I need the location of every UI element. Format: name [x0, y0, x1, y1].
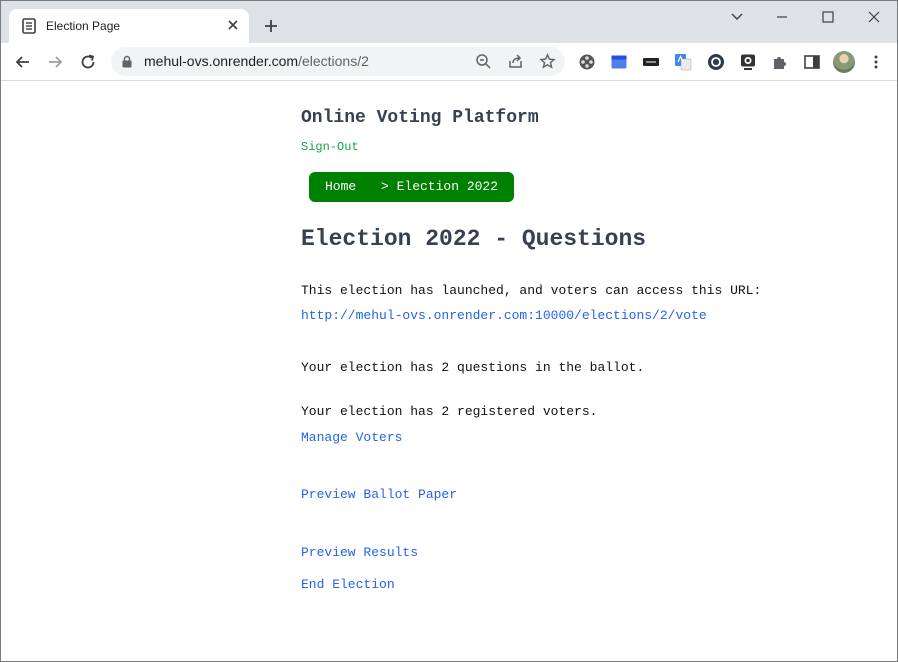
keyboard-icon[interactable] — [642, 53, 660, 71]
close-window-icon[interactable] — [866, 9, 882, 25]
end-election-link[interactable]: End Election — [301, 577, 395, 592]
minimize-icon[interactable] — [774, 9, 790, 25]
grammar-icon[interactable] — [707, 53, 725, 71]
questions-count-text: Your election has 2 questions in the bal… — [301, 360, 645, 375]
vote-url-link[interactable]: http://mehul-ovs.onrender.com:10000/elec… — [301, 308, 707, 323]
url-path: /elections/2 — [298, 53, 369, 69]
calendar-icon[interactable] — [610, 53, 628, 71]
tab-election-page[interactable]: Election Page — [9, 9, 249, 43]
url-text[interactable]: mehul-ovs.onrender.com/elections/2 — [144, 53, 369, 69]
lock-icon[interactable] — [121, 55, 133, 68]
browser-window: Election Page mehul-ovs.onrender.com/ele… — [0, 0, 898, 662]
back-arrow-icon[interactable] — [14, 53, 32, 71]
tab-strip: Election Page — [1, 1, 897, 43]
avatar[interactable] — [833, 51, 855, 73]
maximize-icon[interactable] — [820, 9, 836, 25]
browser-toolbar: mehul-ovs.onrender.com/elections/2 — [1, 43, 897, 81]
side-panel-icon[interactable] — [803, 53, 821, 71]
url-host: mehul-ovs.onrender.com — [144, 53, 299, 69]
forward-arrow-icon[interactable] — [46, 53, 64, 71]
breadcrumb-current: > Election 2022 — [381, 179, 499, 194]
plus-icon[interactable] — [263, 18, 279, 34]
kebab-menu-icon[interactable] — [867, 53, 885, 71]
document-icon — [22, 18, 36, 34]
preview-ballot-link[interactable]: Preview Ballot Paper — [301, 487, 457, 502]
breadcrumb: Home > Election 2022 — [309, 172, 514, 202]
preview-results-link[interactable]: Preview Results — [301, 545, 418, 560]
page-content: Online Voting Platform Sign-Out Home > E… — [1, 81, 897, 661]
address-bar[interactable]: mehul-ovs.onrender.com/elections/2 — [111, 47, 565, 76]
close-icon[interactable] — [225, 17, 241, 33]
zoom-icon[interactable] — [475, 53, 492, 70]
signout-link[interactable]: Sign-Out — [301, 140, 359, 154]
chevron-down-icon[interactable] — [729, 9, 745, 25]
page-heading: Election 2022 - Questions — [301, 226, 647, 252]
star-icon[interactable] — [539, 53, 556, 70]
site-title: Online Voting Platform — [301, 108, 539, 128]
reload-icon[interactable] — [79, 53, 97, 71]
webcam-icon[interactable] — [739, 53, 757, 71]
voters-count-text: Your election has 2 registered voters. — [301, 404, 598, 419]
puzzle-icon[interactable] — [771, 53, 789, 71]
share-icon[interactable] — [507, 53, 524, 70]
tab-title: Election Page — [46, 19, 121, 33]
manage-voters-link[interactable]: Manage Voters — [301, 430, 402, 445]
film-reel-icon[interactable] — [578, 53, 596, 71]
translate-icon[interactable] — [674, 53, 692, 71]
launched-text: This election has launched, and voters c… — [301, 283, 762, 298]
breadcrumb-home[interactable]: Home — [325, 179, 356, 194]
